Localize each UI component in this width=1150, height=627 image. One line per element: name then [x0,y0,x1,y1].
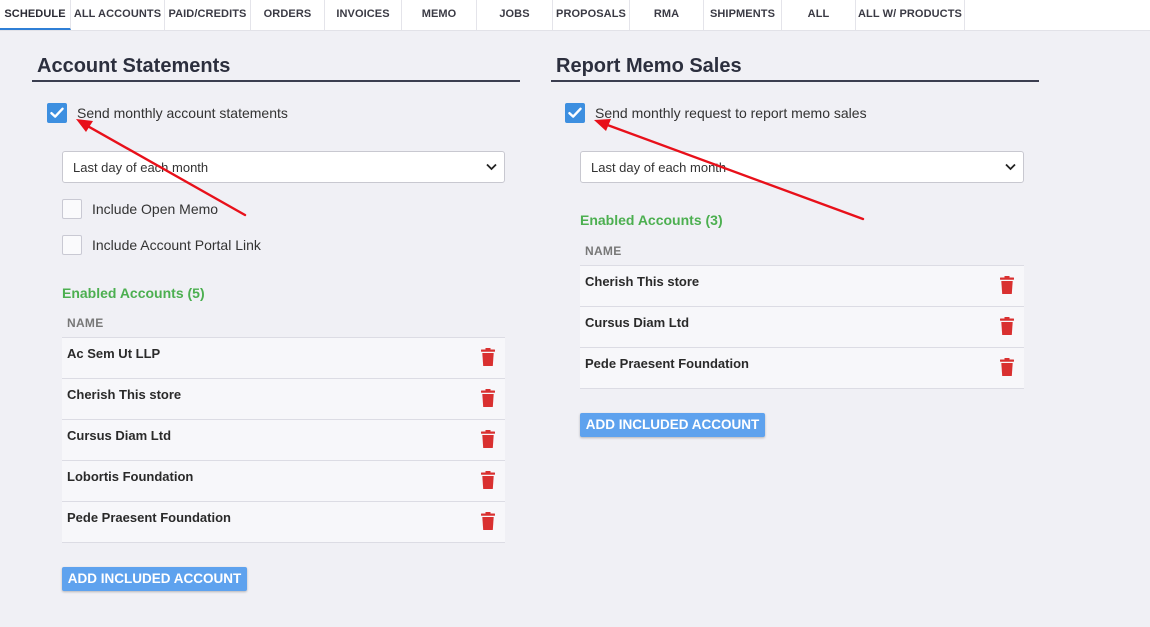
annotation-arrow [76,119,247,217]
annotation-arrows [76,119,865,221]
annotation-arrow [594,119,865,221]
